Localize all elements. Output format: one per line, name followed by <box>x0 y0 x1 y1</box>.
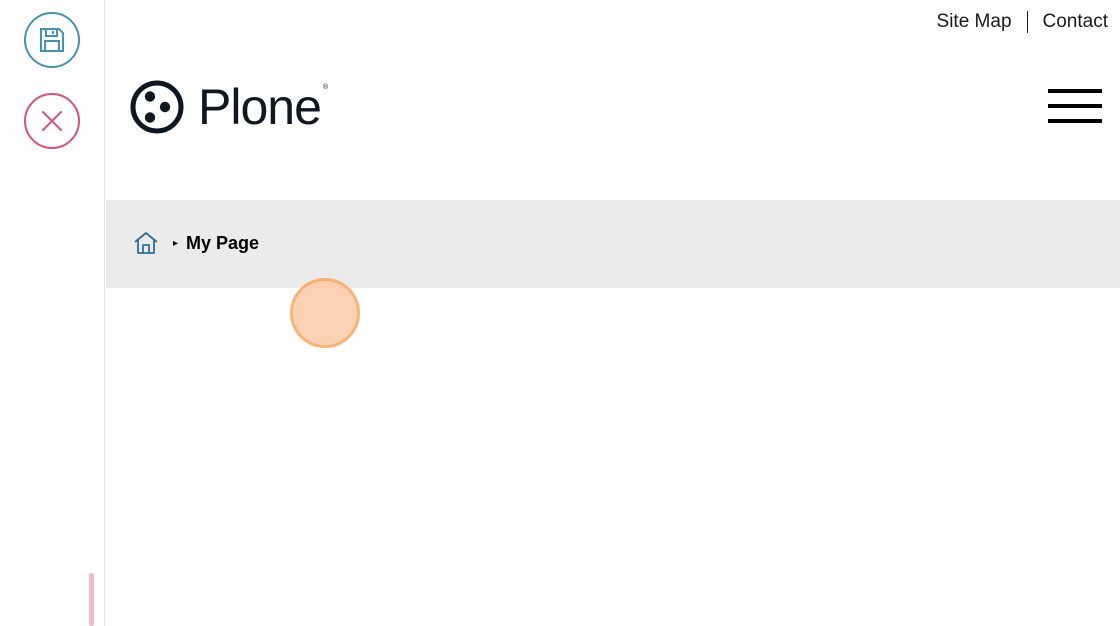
hamburger-icon-line <box>1048 119 1102 123</box>
click-indicator <box>290 278 360 348</box>
breadcrumb: ▸ My Page <box>133 230 259 256</box>
hamburger-menu-button[interactable] <box>1048 89 1102 123</box>
breadcrumb-current-page: My Page <box>186 232 260 253</box>
edit-toolbar <box>0 0 105 626</box>
save-icon <box>40 28 64 52</box>
site-logo[interactable]: Plone ® <box>130 80 328 134</box>
top-links: Site Map Contact <box>937 11 1108 33</box>
hamburger-icon-line <box>1048 104 1102 108</box>
page: Site Map Contact Plone ® ▸ My Page <box>0 0 1120 626</box>
main-content: Site Map Contact Plone ® ▸ My Page <box>106 0 1120 626</box>
hamburger-icon-line <box>1048 89 1102 93</box>
save-button[interactable] <box>24 12 80 68</box>
toolbar-resize-handle[interactable] <box>89 573 94 626</box>
breadcrumb-separator: ▸ <box>173 237 179 249</box>
breadcrumb-home-link[interactable] <box>133 230 159 256</box>
link-separator <box>1026 11 1028 33</box>
contact-link[interactable]: Contact <box>1043 11 1108 33</box>
plone-logo-icon <box>130 80 184 134</box>
home-icon <box>134 232 158 254</box>
site-map-link[interactable]: Site Map <box>937 11 1012 33</box>
registered-mark: ® <box>322 84 329 91</box>
logo-text: Plone <box>198 79 322 135</box>
breadcrumb-bar: ▸ My Page <box>106 200 1120 288</box>
cancel-button[interactable] <box>24 93 80 149</box>
close-icon <box>42 111 62 131</box>
